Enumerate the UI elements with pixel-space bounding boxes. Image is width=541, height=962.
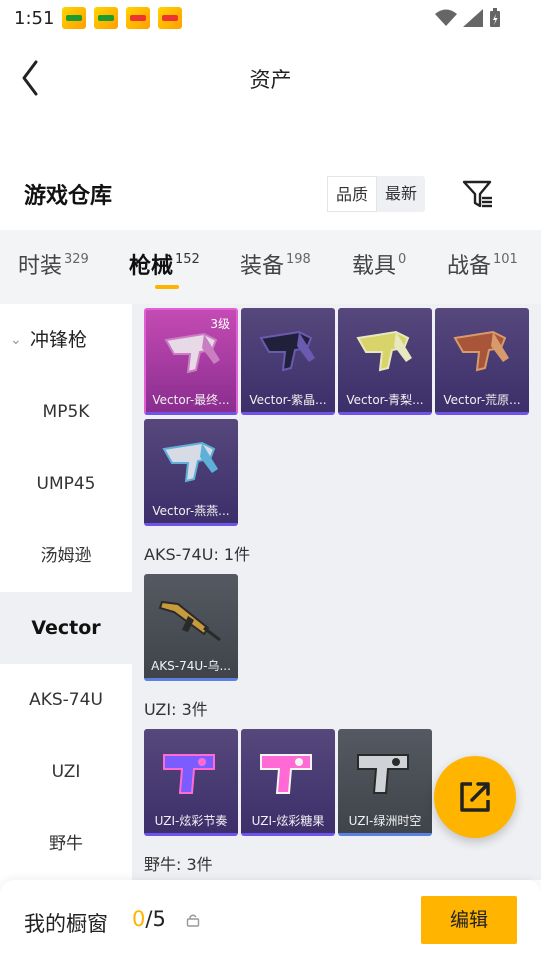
game-notification-icon <box>158 7 182 29</box>
tab-vehicles[interactable]: 载具 0 <box>352 248 406 280</box>
notification-icons <box>62 7 182 29</box>
aks74u-skin-icon <box>158 600 221 642</box>
card-label: Vector-燕燕... <box>152 504 230 518</box>
weapon-card[interactable]: Vector-青梨... <box>338 308 432 415</box>
status-bar: 1:51 <box>0 0 541 36</box>
uzi-skin-icon <box>163 754 215 794</box>
battery-icon <box>490 8 500 27</box>
card-label: AKS-74U-乌... <box>151 659 231 673</box>
section-title-uzi: UZI: 3件 <box>144 700 208 719</box>
weapon-card[interactable]: Vector-燕燕... <box>144 419 238 526</box>
card-label: Vector-青梨... <box>346 393 424 407</box>
tab-fashion[interactable]: 时装 329 <box>18 248 89 280</box>
section-title-aks74u: AKS-74U: 1件 <box>144 545 251 564</box>
weapon-card[interactable]: UZI-炫彩节奏 <box>144 729 238 836</box>
app-notification-icon <box>94 7 118 29</box>
sidebar-item-vector[interactable]: Vector <box>0 592 132 664</box>
sidebar-item-mp5k[interactable]: MP5K <box>0 376 132 448</box>
showcase-bar: 我的橱窗 0/5 编辑 <box>0 880 541 962</box>
page-title: 资产 <box>249 68 292 92</box>
tab-equipment[interactable]: 装备 198 <box>240 248 311 280</box>
weapon-card[interactable]: 3级 Vector-最终... <box>144 308 238 415</box>
filter-icon <box>462 180 492 208</box>
tab-firearms[interactable]: 枪械 152 <box>129 248 200 280</box>
section-title-bizon: 野牛: 3件 <box>144 855 213 874</box>
showcase-count: 0/5 <box>132 907 166 931</box>
share-button[interactable] <box>434 756 516 838</box>
weapon-card[interactable]: Vector-紫晶... <box>241 308 335 415</box>
uzi-skin-icon <box>357 754 409 794</box>
weapon-card[interactable]: UZI-炫彩糖果 <box>241 729 335 836</box>
card-label: UZI-炫彩节奏 <box>154 814 228 828</box>
card-level: 3级 <box>210 317 230 331</box>
weapon-card[interactable]: UZI-绿洲时空 <box>338 729 432 836</box>
vector-skin-icon <box>259 330 315 372</box>
chevron-down-icon: ⌄ <box>10 332 22 348</box>
sidebar-group-smg[interactable]: ⌄ 冲锋枪 <box>0 304 132 376</box>
card-label: UZI-炫彩糖果 <box>251 814 325 828</box>
signal-icon <box>463 9 483 27</box>
weapon-type-sidebar: ⌄ 冲锋枪 MP5K UMP45 汤姆逊 Vector AKS-74U UZI … <box>0 304 132 880</box>
edit-button[interactable]: 编辑 <box>421 896 517 944</box>
filter-button[interactable] <box>460 176 498 212</box>
card-label: Vector-荒原... <box>443 393 521 407</box>
category-tabs: 时装 329 枪械 152 装备 198 载具 0 战备 101 <box>0 230 541 304</box>
vector-skin-icon <box>453 330 509 372</box>
header: 资产 <box>0 40 541 116</box>
share-external-icon <box>460 782 490 812</box>
wifi-icon <box>435 9 457 26</box>
sort-toggle: 品质 最新 <box>327 176 426 212</box>
lock-icon <box>186 914 200 927</box>
warehouse-title: 游戏仓库 <box>24 184 113 209</box>
card-label: Vector-紫晶... <box>249 393 327 407</box>
card-label: Vector-最终... <box>152 393 230 407</box>
weapon-card[interactable]: Vector-荒原... <box>435 308 529 415</box>
vector-skin-icon <box>162 441 218 483</box>
sidebar-item-bizon[interactable]: 野牛 <box>0 808 132 880</box>
sidebar-item-thompson[interactable]: 汤姆逊 <box>0 520 132 592</box>
weapon-card[interactable]: AKS-74U-乌... <box>144 574 238 681</box>
active-tab-indicator <box>155 285 179 289</box>
card-label: UZI-绿洲时空 <box>348 814 422 828</box>
sidebar-item-uzi[interactable]: UZI <box>0 736 132 808</box>
system-icons <box>435 8 501 28</box>
sidebar-item-ump45[interactable]: UMP45 <box>0 448 132 520</box>
showcase-label: 我的橱窗 <box>24 912 108 936</box>
status-time: 1:51 <box>14 8 55 29</box>
tab-supplies[interactable]: 战备 101 <box>447 248 518 280</box>
uzi-skin-icon <box>260 754 312 794</box>
game-notification-icon <box>126 7 150 29</box>
app-notification-icon <box>62 7 86 29</box>
vector-skin-icon <box>356 330 412 372</box>
sidebar-item-aks74u[interactable]: AKS-74U <box>0 664 132 736</box>
sort-newest-button[interactable]: 最新 <box>377 176 425 212</box>
sort-quality-button[interactable]: 品质 <box>327 176 378 212</box>
